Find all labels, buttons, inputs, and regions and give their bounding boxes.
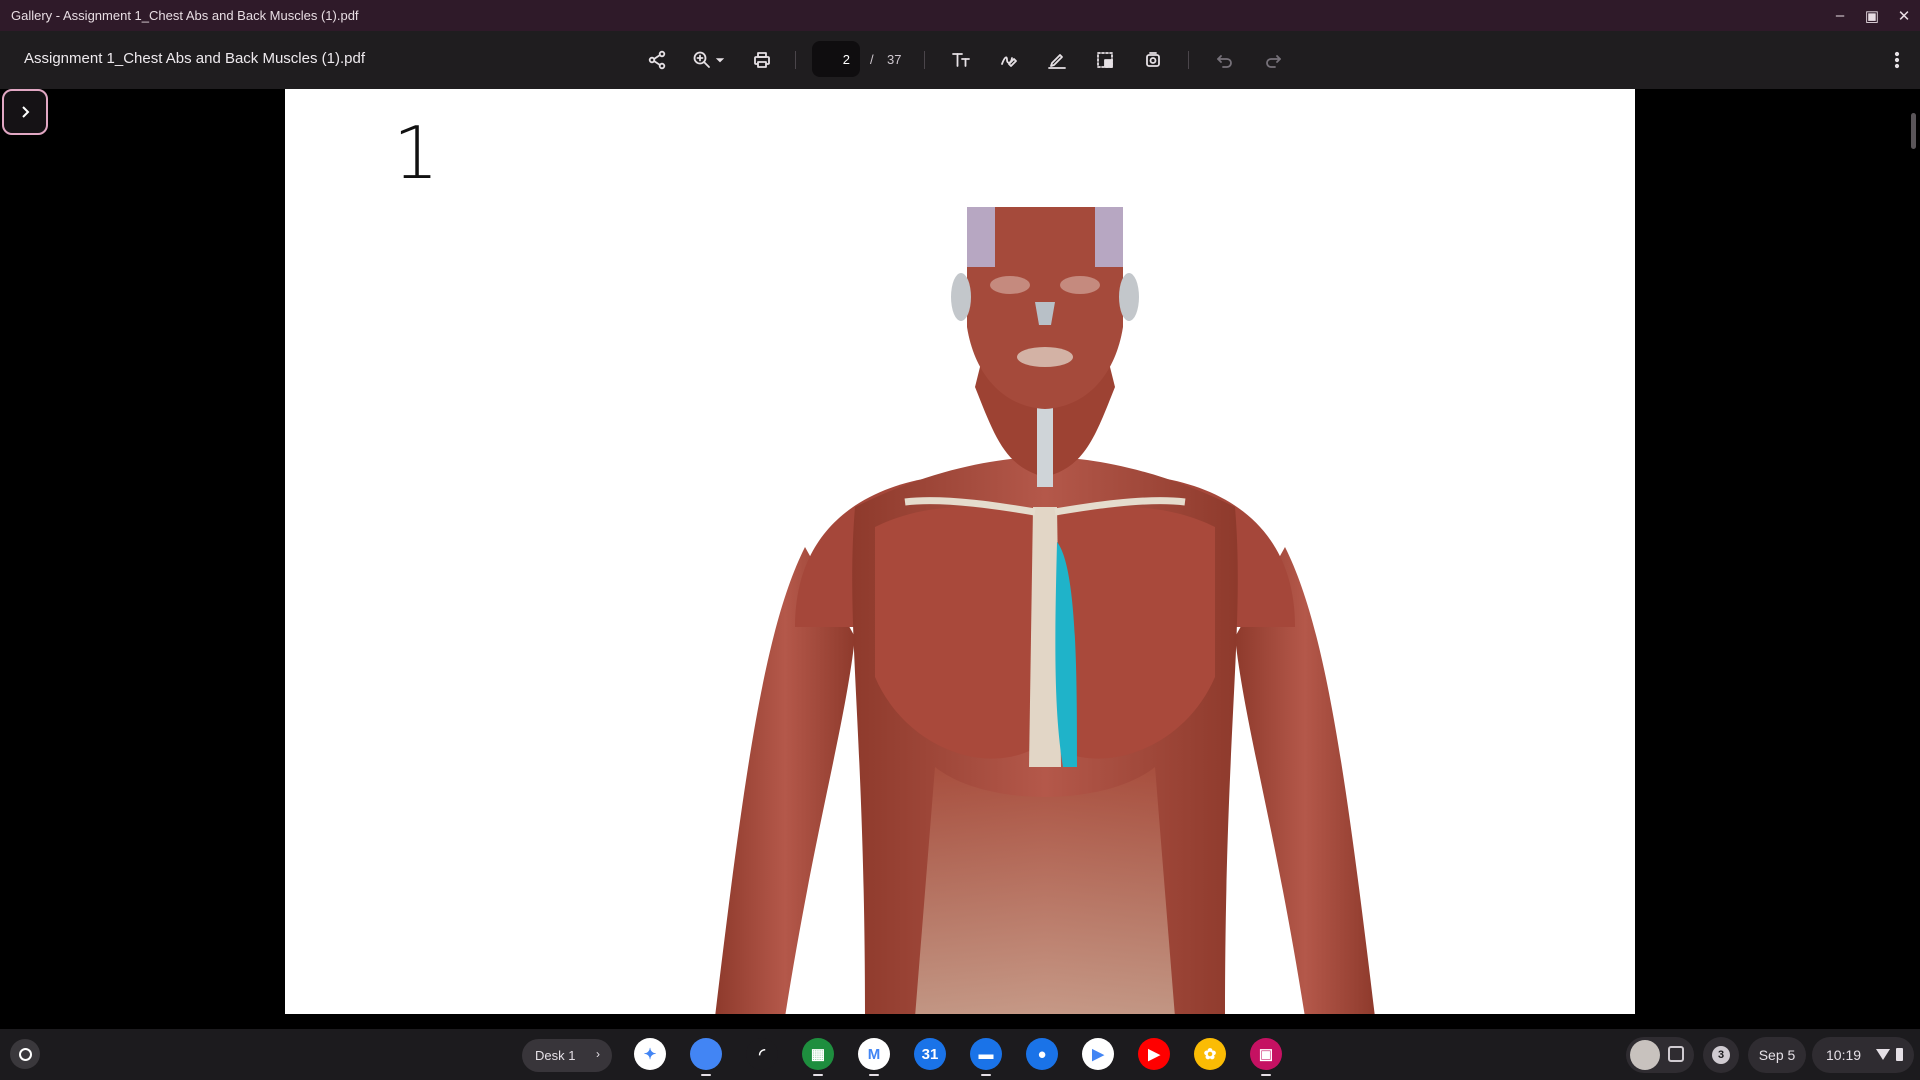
pdf-toolbar: Assignment 1_Chest Abs and Back Muscles … xyxy=(0,31,1920,89)
desk-label: Desk 1 xyxy=(535,1048,576,1063)
chrome-app-icon[interactable] xyxy=(690,1038,722,1076)
sign-icon[interactable] xyxy=(1042,45,1072,75)
gallery-glyph: ▣ xyxy=(1258,1046,1274,1063)
share-icon[interactable] xyxy=(642,45,672,75)
slide-number: 1 xyxy=(393,111,439,195)
youtube-app-icon[interactable]: ▶ xyxy=(1138,1038,1170,1070)
launcher-button[interactable] xyxy=(10,1039,40,1069)
youtube-glyph: ▶ xyxy=(1148,1046,1160,1063)
system-shelf: Desk 1 › ✦ ◜ ▦ M 31 ▬ ● ▶ ▶ ✿ ▣ 3 Sep 5 10:19 xyxy=(0,1029,1920,1080)
running-indicator xyxy=(981,1074,991,1076)
battery-icon xyxy=(1896,1048,1903,1061)
pdf-viewer[interactable]: 1 xyxy=(0,89,1920,1029)
close-icon[interactable]: ✕ xyxy=(1888,7,1920,25)
launcher-icon xyxy=(18,1047,32,1061)
cast-app-icon[interactable]: ◜ xyxy=(746,1038,778,1070)
gmail-glyph: M xyxy=(867,1045,881,1063)
files-app-icon[interactable]: ▬ xyxy=(970,1038,1002,1076)
photos-glyph: ✿ xyxy=(1203,1046,1217,1063)
toolbar-divider xyxy=(795,51,796,69)
minimize-icon[interactable]: – xyxy=(1824,7,1856,24)
calendar-glyph: 31 xyxy=(921,1045,939,1063)
running-indicator xyxy=(813,1074,823,1076)
muscle-anatomy-illustration xyxy=(715,207,1375,1014)
assistant-app-icon[interactable]: ✦ xyxy=(634,1038,666,1070)
play-store-app-icon[interactable]: ▶ xyxy=(1082,1038,1114,1070)
notification-count: 3 xyxy=(1712,1046,1730,1064)
sidebar-toggle-button[interactable] xyxy=(2,89,48,135)
calendar-app-icon[interactable]: 31 xyxy=(914,1038,946,1070)
document-name: Assignment 1_Chest Abs and Back Muscles … xyxy=(24,50,366,67)
draw-icon[interactable] xyxy=(994,45,1024,75)
chevron-right-icon xyxy=(22,106,30,118)
select-icon[interactable] xyxy=(1090,45,1120,75)
apps-glyph: ▦ xyxy=(810,1046,826,1063)
window-titlebar: Gallery - Assignment 1_Chest Abs and Bac… xyxy=(0,0,1920,31)
toolbar-divider xyxy=(1188,51,1189,69)
play-store-glyph: ▶ xyxy=(1092,1046,1104,1063)
messages-app-icon[interactable]: ● xyxy=(1026,1038,1058,1070)
gallery-app-icon[interactable]: ▣ xyxy=(1250,1038,1282,1076)
zoom-dropdown-icon[interactable] xyxy=(712,45,728,75)
running-indicator xyxy=(1261,1074,1271,1076)
page-number-input[interactable]: 2 xyxy=(812,41,860,77)
window-controls: – ▣ ✕ xyxy=(1824,0,1920,31)
photos-app-icon[interactable]: ✿ xyxy=(1194,1038,1226,1070)
undo-icon[interactable] xyxy=(1210,45,1240,75)
cast-glyph: ◜ xyxy=(759,1046,765,1063)
text-icon[interactable] xyxy=(946,45,976,75)
clock: 10:19 xyxy=(1826,1047,1862,1063)
holding-space-icon xyxy=(1668,1046,1684,1062)
desk-switcher[interactable]: Desk 1 › xyxy=(522,1039,612,1072)
files-glyph: ▬ xyxy=(978,1045,994,1063)
notification-button[interactable]: 3 xyxy=(1703,1037,1739,1073)
toolbar-divider xyxy=(924,51,925,69)
avatar xyxy=(1630,1040,1660,1070)
assistant-glyph: ✦ xyxy=(643,1046,657,1063)
chevron-right-icon: › xyxy=(596,1047,600,1061)
running-indicator xyxy=(701,1074,711,1076)
date-button[interactable]: Sep 5 xyxy=(1748,1037,1806,1073)
rotate-icon[interactable] xyxy=(1138,45,1168,75)
apps-app-icon[interactable]: ▦ xyxy=(802,1038,834,1076)
page-total: 37 xyxy=(887,52,902,67)
running-indicator xyxy=(869,1074,879,1076)
pdf-page: 1 xyxy=(285,89,1635,1014)
window-title: Gallery - Assignment 1_Chest Abs and Bac… xyxy=(11,8,359,23)
redo-icon[interactable] xyxy=(1258,45,1288,75)
status-area[interactable]: 10:19 xyxy=(1812,1037,1914,1073)
profile-tray[interactable] xyxy=(1626,1037,1694,1073)
scrollbar-thumb[interactable] xyxy=(1911,113,1916,149)
messages-glyph: ● xyxy=(1037,1045,1047,1063)
gmail-app-icon[interactable]: M xyxy=(858,1038,890,1076)
page-separator: / xyxy=(870,52,874,67)
wifi-icon xyxy=(1876,1049,1890,1060)
print-icon[interactable] xyxy=(747,45,777,75)
more-icon[interactable] xyxy=(1882,45,1912,75)
restore-icon[interactable]: ▣ xyxy=(1856,7,1888,25)
